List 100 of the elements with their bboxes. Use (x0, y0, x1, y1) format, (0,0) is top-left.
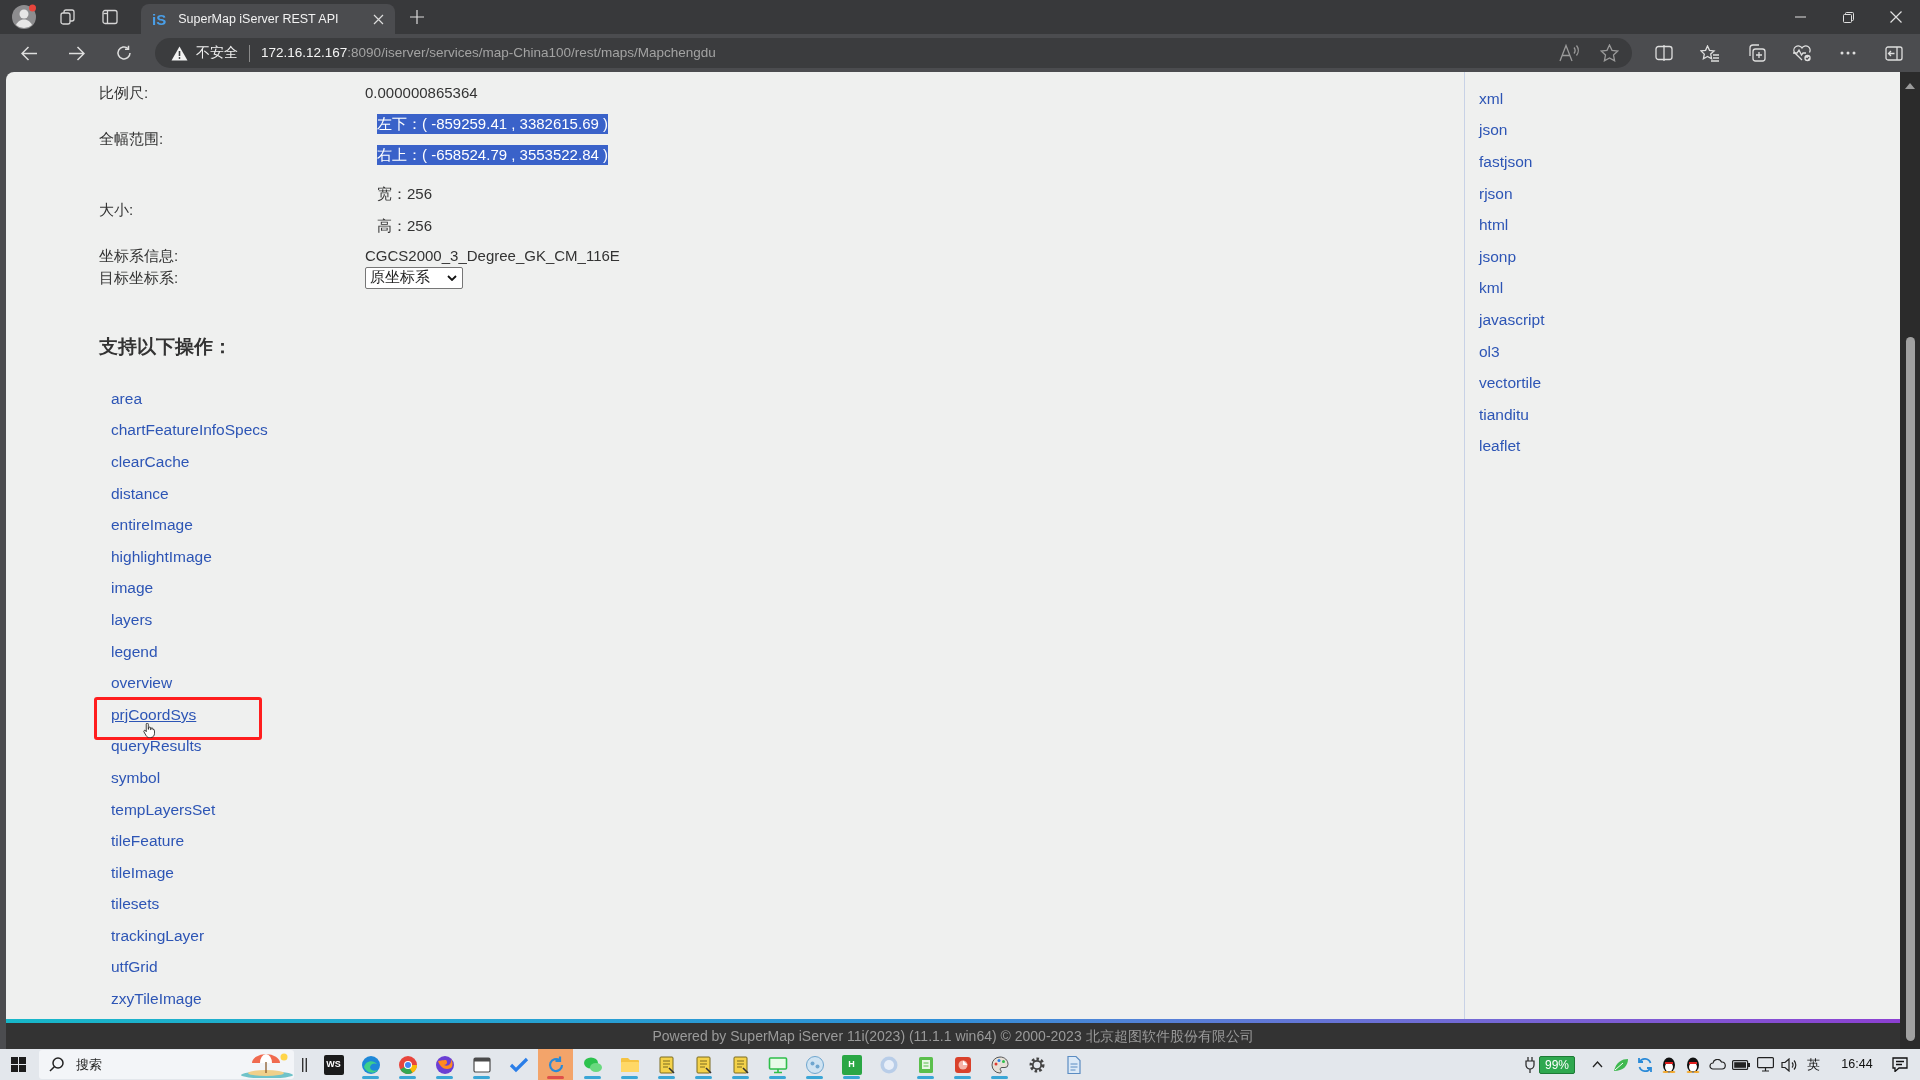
format-link[interactable]: json (1479, 120, 1508, 141)
refresh-icon[interactable] (115, 45, 132, 61)
format-link[interactable]: ol3 (1479, 341, 1500, 362)
double-bar-icon[interactable] (302, 1057, 307, 1072)
format-link[interactable]: tianditu (1479, 404, 1529, 425)
favicon-logo: iS (152, 11, 167, 27)
property-label: 比例尺: (99, 83, 150, 103)
split-screen-icon[interactable] (1655, 45, 1673, 61)
clock-text[interactable]: 16:44 (1834, 1055, 1880, 1074)
operation-link[interactable]: area (111, 388, 143, 409)
restore-icon[interactable] (1842, 11, 1854, 23)
operation-link[interactable]: legend (111, 641, 158, 662)
address-bar[interactable]: 不安全 172.16.12.167:8090/iserver/services/map-China100/rest/maps/Mapchengdu (155, 38, 1632, 68)
star-list-icon[interactable] (1700, 44, 1720, 62)
operation-link[interactable]: image (111, 578, 154, 599)
palette-icon[interactable] (989, 1054, 1010, 1075)
operation-link[interactable]: tileFeature (111, 831, 185, 852)
property-label: 目标坐标系: (99, 268, 180, 288)
pie-chart-tile-icon[interactable] (952, 1054, 973, 1075)
speaker-icon[interactable] (1781, 1057, 1797, 1072)
property-value: 左下：( -859259.41 , 3382615.69 ) (377, 113, 608, 134)
battery-icon[interactable] (1732, 1059, 1750, 1070)
property-label: 全幅范围: (99, 129, 165, 150)
operation-link[interactable]: overview (111, 673, 173, 694)
operation-link[interactable]: utfGrid (111, 957, 158, 978)
penguin-icon[interactable] (1662, 1056, 1676, 1073)
operation-link[interactable]: prjCoordSys (111, 704, 197, 725)
avatar-icon[interactable] (11, 4, 37, 30)
property-value: 右上：( -658524.79 , 3553522.84 ) (377, 145, 608, 165)
operation-link[interactable]: tempLayersSet (111, 799, 216, 820)
penguin-icon[interactable] (1686, 1056, 1700, 1073)
format-link[interactable]: leaflet (1479, 436, 1521, 457)
format-link[interactable]: kml (1479, 278, 1504, 299)
format-link[interactable]: fastjson (1479, 152, 1533, 172)
notepad-pen-icon[interactable] (693, 1054, 714, 1075)
app-tile-button[interactable]: WS (323, 1054, 344, 1075)
operation-link[interactable]: tilesets (111, 894, 160, 915)
star-icon[interactable] (1600, 44, 1619, 62)
vertical-tabs-icon[interactable] (102, 9, 118, 25)
property-value: 0.000000865364 (365, 83, 478, 103)
sync-icon[interactable] (1637, 1056, 1653, 1073)
search-icon (49, 1057, 64, 1072)
property-value: 宽：256 (377, 184, 433, 204)
search-input[interactable]: 搜索 (76, 1053, 216, 1076)
operation-link[interactable]: highlightImage (111, 546, 212, 567)
read-aloud-icon[interactable] (1559, 44, 1579, 62)
segmented-circle-icon[interactable] (397, 1054, 418, 1075)
operation-link[interactable]: queryResults (111, 736, 202, 757)
plus-icon[interactable] (410, 10, 424, 24)
app-tile-button[interactable]: H (841, 1054, 862, 1075)
format-link[interactable]: vectortile (1479, 373, 1542, 394)
stacked-plus-icon[interactable] (1746, 44, 1766, 62)
property-label: 坐标系信息: (99, 246, 180, 266)
message-icon[interactable] (1892, 1057, 1908, 1072)
caret-down-icon (447, 275, 457, 281)
stacked-squares-icon[interactable] (60, 9, 76, 25)
scroll-up-arrow-icon[interactable] (1905, 83, 1915, 89)
power-plug-icon[interactable] (1524, 1056, 1535, 1073)
flame-circle-icon[interactable] (434, 1054, 455, 1075)
input-method-indicator[interactable]: 英 (1801, 1054, 1825, 1075)
url-text[interactable]: 172.16.12.167:8090/iserver/services/map-China100/rest/maps/Mapchengdu (261, 42, 716, 64)
cloud-icon[interactable] (1708, 1059, 1726, 1070)
coordinate-system-select[interactable]: 原坐标系 (365, 267, 463, 289)
operation-link[interactable]: distance (111, 483, 169, 504)
close-icon[interactable] (373, 13, 384, 25)
heart-pulse-icon[interactable] (1792, 44, 1812, 62)
format-link[interactable]: xml (1479, 88, 1504, 109)
window-icon[interactable] (471, 1054, 492, 1075)
minimize-icon[interactable] (1794, 16, 1806, 18)
format-link[interactable]: jsonp (1479, 246, 1517, 267)
caret-up-icon[interactable] (1591, 1061, 1603, 1068)
search-field[interactable]: 搜索 (39, 1050, 294, 1079)
notepad-pen-icon[interactable] (730, 1054, 751, 1075)
scrollbar-thumb[interactable] (1905, 337, 1915, 1041)
more-options-icon[interactable] (1840, 51, 1856, 55)
property-value: CGCS2000_3_Degree_GK_CM_116E (365, 246, 620, 266)
close-icon[interactable] (1890, 11, 1902, 23)
notepad-pen-icon[interactable] (656, 1054, 677, 1075)
beach-umbrella-icon (240, 1051, 294, 1078)
format-link[interactable]: rjson (1479, 183, 1513, 204)
monitor-icon[interactable] (1756, 1057, 1774, 1072)
forward-arrow-icon[interactable] (68, 45, 85, 61)
operation-link[interactable]: chartFeatureInfoSpecs (111, 420, 268, 441)
property-value: 高：256 (377, 215, 433, 236)
format-link[interactable]: html (1479, 215, 1509, 236)
footer-text: Powered by SuperMap iServer 11i(2023) (11.1.1 win64) © 2000-2023 北京超图软件股份有限公司 (652, 1027, 1254, 1045)
operation-link[interactable]: trackingLayer (111, 925, 205, 946)
swirl-icon[interactable] (360, 1054, 381, 1075)
window-panes-icon[interactable] (10, 1057, 26, 1072)
operation-link[interactable]: layers (111, 609, 153, 630)
dotted-circle-icon[interactable] (804, 1054, 825, 1075)
operation-link[interactable]: tileImage (111, 862, 174, 883)
operation-link[interactable]: clearCache (111, 452, 190, 472)
operation-link[interactable]: entireImage (111, 515, 193, 536)
operation-link[interactable]: zxyTileImage (111, 989, 202, 1010)
back-arrow-icon[interactable] (21, 45, 38, 61)
browser-tab[interactable]: iS SuperMap iServer REST API (141, 4, 395, 34)
operation-link[interactable]: symbol (111, 767, 161, 788)
format-link[interactable]: javascript (1479, 309, 1545, 330)
security-indicator-button[interactable]: 不安全 (171, 42, 238, 64)
